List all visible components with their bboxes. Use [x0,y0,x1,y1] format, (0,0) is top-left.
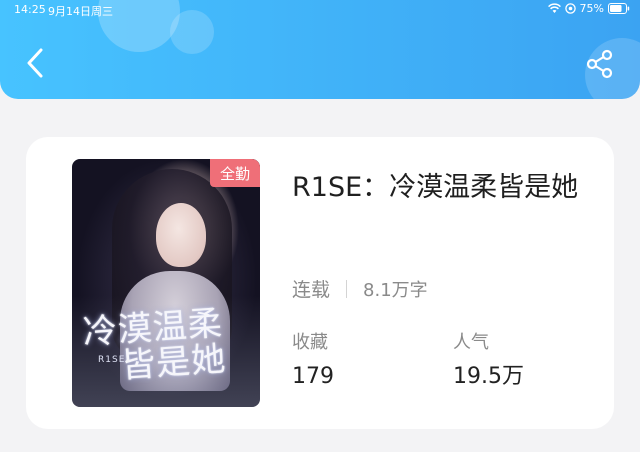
popularity-stat: 人气 19.5万 [453,332,524,390]
book-title: R1SE：冷漠温柔皆是她 [292,172,579,203]
chevron-left-icon [25,47,45,83]
book-meta: 连载 8.1万字 [292,275,428,302]
battery-icon [608,3,630,14]
status-date: 9月14日周三 [48,5,113,18]
cover-title: 冷漠温柔 皆是她 [82,303,257,387]
top-header: 14:25 9月14日周三 75% [0,0,640,99]
share-icon [585,49,615,83]
location-icon [564,3,576,14]
collect-value: 179 [292,364,334,389]
book-info-card: 冷漠温柔 皆是她 R1SE 全勤 R1SE：冷漠温柔皆是她 连载 8.1万字 收… [26,137,614,429]
share-button[interactable] [580,46,620,86]
book-cover[interactable]: 冷漠温柔 皆是她 R1SE 全勤 [72,159,260,407]
cover-subtitle: R1SE [98,355,126,365]
collect-label: 收藏 [292,332,328,353]
status-time: 14:25 [14,3,46,16]
word-count: 8.1万字 [363,279,428,301]
status-indicators: 75% [547,2,630,15]
back-button[interactable] [18,46,52,84]
popularity-label: 人气 [453,332,489,353]
serial-status: 连载 [292,279,331,301]
full-attendance-badge: 全勤 [210,159,260,187]
meta-divider [346,279,348,298]
popularity-value: 19.5万 [453,364,524,389]
collect-stat: 收藏 179 [292,332,334,390]
wifi-icon [547,3,561,14]
battery-percent: 75% [579,2,604,15]
status-bar: 14:25 9月14日周三 75% [0,0,640,20]
